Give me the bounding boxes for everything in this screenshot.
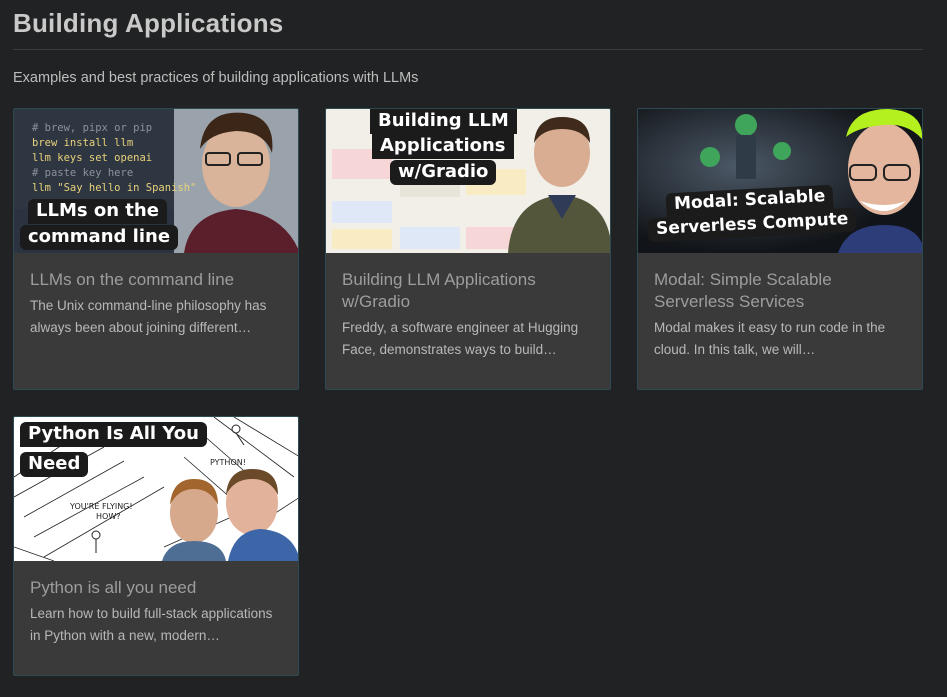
thumbnail-caption: LLMs on the bbox=[28, 199, 167, 224]
card-modal[interactable]: Modal: Scalable Serverless Compute Modal… bbox=[637, 108, 923, 390]
card-title[interactable]: LLMs on the command line bbox=[30, 269, 282, 291]
thumbnail-caption: Building LLM bbox=[370, 109, 517, 134]
thumb-code-line: # brew, pipx or pip bbox=[32, 122, 152, 134]
thumb-comic-text: HOW? bbox=[96, 512, 120, 521]
card-body: Building LLM Applications w/Gradio Fredd… bbox=[326, 253, 610, 379]
card-title[interactable]: Building LLM Applications w/Gradio bbox=[342, 269, 594, 313]
card-description: Freddy, a software engineer at Hugging F… bbox=[342, 320, 579, 357]
card-gradio[interactable]: Building LLM Applications w/Gradio Build… bbox=[325, 108, 611, 390]
card-thumbnail: Building LLM Applications w/Gradio bbox=[326, 109, 610, 253]
thumbnail-caption: Applications bbox=[372, 134, 514, 159]
thumb-code-line: llm keys set openai bbox=[32, 152, 152, 164]
thumbnail-caption: Need bbox=[20, 452, 89, 477]
card-llms-command-line[interactable]: # brew, pipx or pip brew install llm llm… bbox=[13, 108, 299, 390]
thumb-code-line: llm "Say hello in Spanish" bbox=[32, 182, 196, 194]
thumb-comic-text: PYTHON! bbox=[210, 458, 246, 467]
card-thumbnail: PYTHON! YOU'RE FLYING! HOW? Python Is Al… bbox=[14, 417, 298, 561]
thumb-code-line: # paste key here bbox=[32, 167, 133, 179]
thumb-comic-text: YOU'RE FLYING! bbox=[69, 502, 133, 511]
card-body: Modal: Simple Scalable Serverless Servic… bbox=[638, 253, 922, 379]
card-title[interactable]: Python is all you need bbox=[30, 577, 282, 599]
card-thumbnail: Modal: Scalable Serverless Compute bbox=[638, 109, 922, 253]
thumbnail-caption: Python Is All You bbox=[20, 422, 207, 447]
thumb-code-line: brew install llm bbox=[32, 137, 133, 149]
card-description: Modal makes it easy to run code in the c… bbox=[654, 320, 886, 357]
page: Building Applications Examples and best … bbox=[0, 0, 947, 697]
card-title[interactable]: Modal: Simple Scalable Serverless Servic… bbox=[654, 269, 906, 313]
card-body: LLMs on the command line The Unix comman… bbox=[14, 253, 298, 357]
card-description: The Unix command-line philosophy has alw… bbox=[30, 298, 267, 335]
card-thumbnail: # brew, pipx or pip brew install llm llm… bbox=[14, 109, 298, 253]
card-description: Learn how to build full-stack applicatio… bbox=[30, 606, 273, 643]
page-title: Building Applications bbox=[13, 8, 284, 38]
thumbnail-caption: w/Gradio bbox=[390, 160, 497, 185]
card-python[interactable]: PYTHON! YOU'RE FLYING! HOW? Python Is Al… bbox=[13, 416, 299, 676]
page-subtitle: Examples and best practices of building … bbox=[13, 70, 419, 86]
title-divider bbox=[13, 49, 923, 50]
thumbnail-caption: command line bbox=[20, 225, 179, 250]
card-body: Python is all you need Learn how to buil… bbox=[14, 561, 298, 665]
